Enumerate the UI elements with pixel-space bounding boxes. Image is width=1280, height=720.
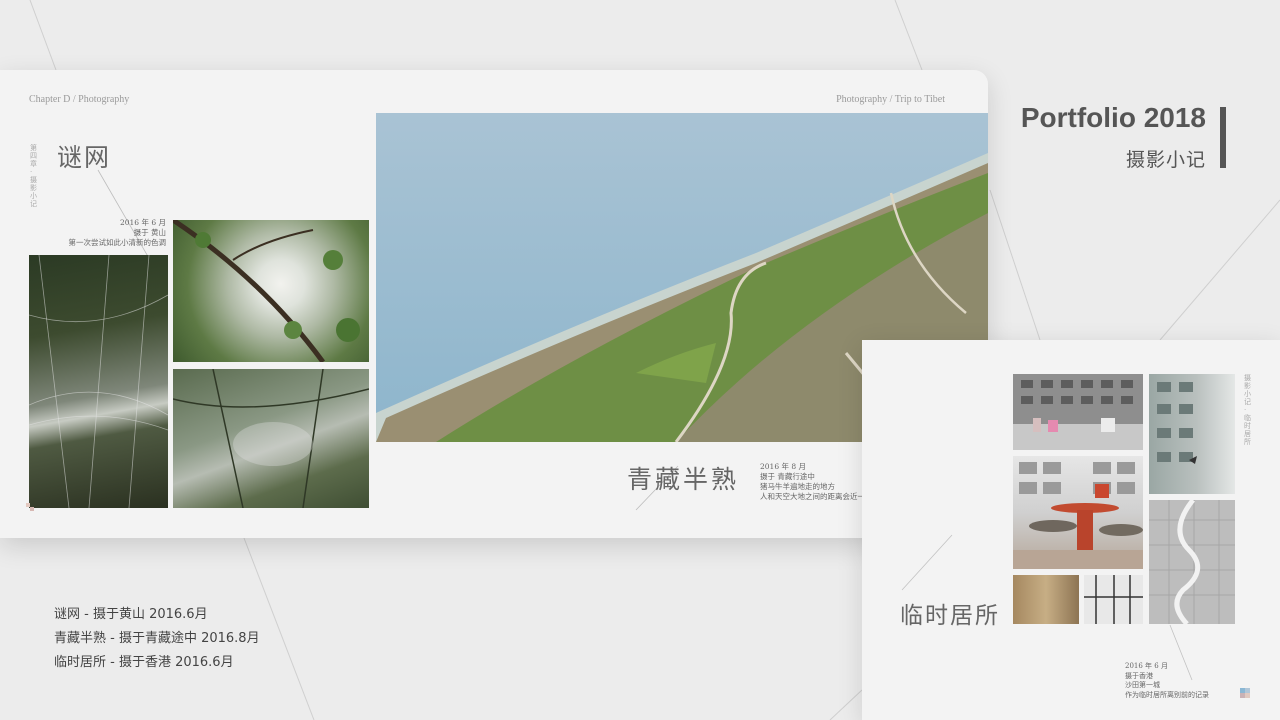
logo-mark-icon: [26, 503, 34, 511]
photo-web-on-branch[interactable]: [173, 220, 369, 362]
caption-date: 2016 年 6 月: [119, 218, 166, 227]
section-title-tibet: 青藏半熟: [627, 465, 740, 494]
photo-building-laundry[interactable]: [1013, 374, 1143, 450]
main-card: Chapter D / Photography Photography / Tr…: [0, 70, 988, 538]
caption-place: 沙田第一城: [1125, 681, 1160, 689]
photo-wood-texture[interactable]: [1013, 575, 1079, 624]
chapter-vertical-label: 摄影小记·临时居所: [1244, 374, 1251, 446]
title-accent-bar: [1220, 107, 1226, 168]
section-title-mystery-web: 谜网: [57, 143, 112, 172]
photo-web-in-forest[interactable]: [173, 369, 369, 508]
list-item: 青藏半熟 - 摄于青藏途中 2016.8月: [54, 631, 260, 646]
caption-location: 摄于香港: [1125, 671, 1153, 680]
portfolio-subtitle: 摄影小记: [1125, 149, 1206, 171]
caption-mystery-web: 2016 年 6 月 摄于 黄山 第一次尝试如此小清新的色调: [40, 218, 167, 248]
photo-tower-balconies[interactable]: [1149, 374, 1235, 494]
caption-note: 第一次尝试如此小清新的色调: [68, 238, 167, 247]
photo-railings[interactable]: [1084, 575, 1143, 624]
caption-temporary-residence: 2016 年 6 月 摄于香港 沙田第一城 作为临时居所离别前的记录: [1125, 662, 1255, 700]
caption-location: 摄于 黄山: [133, 228, 166, 237]
photo-courtyard-table[interactable]: [1013, 456, 1143, 569]
list-item: 谜网 - 摄于黄山 2016.6月: [54, 607, 208, 622]
photo-spider-web-dew[interactable]: [29, 255, 168, 508]
second-card: 摄影小记·临时居所 临时居所 2016 年 6 月 摄于香港 沙田第一城 作为临…: [862, 340, 1280, 720]
photo-series-list: 谜网 - 摄于黄山 2016.6月 青藏半熟 - 摄于青藏途中 2016.8月 …: [54, 603, 260, 675]
caption-date: 2016 年 6 月: [1125, 662, 1168, 670]
logo-mark-icon: [1240, 688, 1250, 698]
list-item: 临时居所 - 摄于香港 2016.6月: [54, 655, 234, 670]
portfolio-title: Portfolio 2018: [1020, 102, 1206, 133]
section-title-temporary-residence: 临时居所: [900, 603, 1000, 629]
caption-note: 作为临时居所离别前的记录: [1125, 690, 1209, 699]
photo-road-aerial[interactable]: [1149, 500, 1235, 624]
